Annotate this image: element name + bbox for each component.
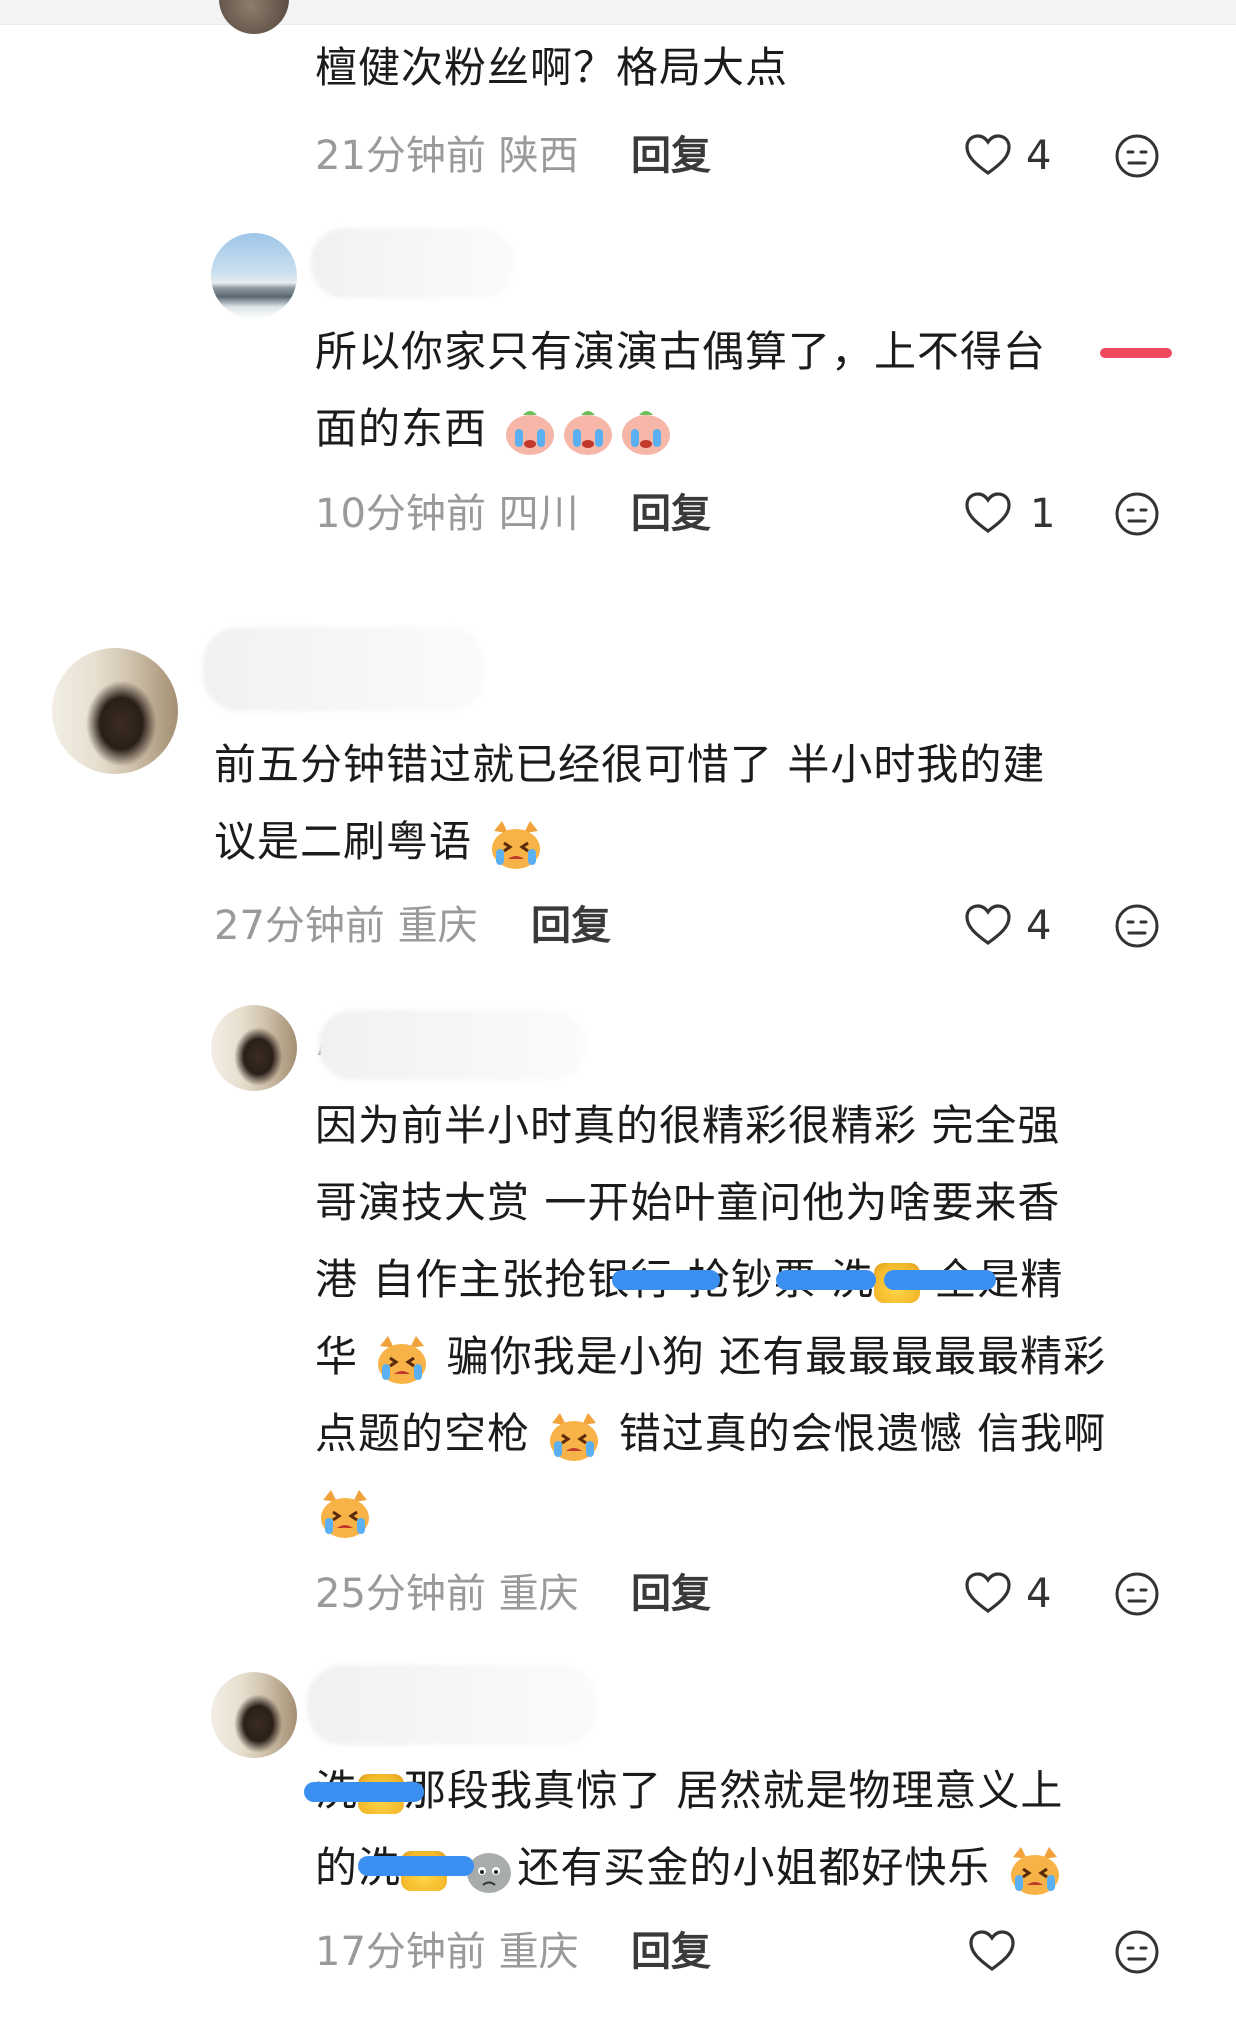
censor-mark [358, 1856, 474, 1876]
comment-meta: 25分钟前 重庆 [315, 1570, 579, 1618]
comment-line: 面的东西 [315, 390, 1046, 467]
username-redacted[interactable] [318, 1010, 586, 1080]
comment-time: 21分钟前 [315, 133, 486, 179]
emoji-face-icon[interactable] [1114, 1929, 1160, 1975]
crying-face-emoji-icon [622, 410, 671, 455]
comment-time: 27分钟前 [214, 903, 385, 949]
censor-mark [612, 1270, 720, 1290]
comment-time: 25分钟前 [315, 1571, 486, 1617]
like-count: 4 [1026, 903, 1052, 949]
comment-location: 重庆 [397, 903, 478, 949]
avatar[interactable] [52, 648, 178, 774]
comment-meta: 21分钟前 陕西 [315, 132, 579, 180]
crying-cat-emoji-icon [492, 820, 541, 869]
avatar[interactable] [219, 0, 289, 34]
heart-outline-icon[interactable] [964, 903, 1012, 947]
emoji-face-icon[interactable] [1114, 1571, 1160, 1617]
avatar[interactable] [211, 1005, 297, 1091]
crying-face-emoji-icon [506, 410, 555, 455]
reply-button[interactable]: 回复 [631, 1928, 711, 1976]
heart-outline-icon[interactable] [964, 133, 1012, 177]
comment-line: 因为前半小时真的很精彩很精彩 完全强 [315, 1101, 1061, 1150]
like-count: 4 [1026, 133, 1052, 179]
crying-cat-emoji-icon [550, 1412, 599, 1461]
avatar[interactable] [211, 233, 297, 319]
comment-location: 重庆 [498, 1929, 579, 1975]
comment-line: 哥演技大赏 一开始叶童问他为啥要来香 [315, 1178, 1061, 1227]
censor-mark [1100, 348, 1172, 358]
like-count: 4 [1026, 1571, 1052, 1617]
reply-button[interactable]: 回复 [531, 902, 611, 950]
heart-outline-icon[interactable] [964, 1571, 1012, 1615]
reply-button[interactable]: 回复 [631, 490, 711, 538]
comment-meta: 27分钟前 重庆 [214, 902, 478, 950]
comment-location: 陕西 [498, 133, 579, 179]
emoji-face-icon[interactable] [1114, 491, 1160, 537]
comment-line: 点题的空枪 错过真的会恨遗憾 信我啊 [315, 1395, 1106, 1472]
emoji-face-icon[interactable] [1114, 133, 1160, 179]
comment-location: 重庆 [498, 1571, 579, 1617]
top-divider [0, 0, 1236, 25]
comment-line: 前五分钟错过就已经很可惜了 半小时我的建 [214, 740, 1046, 789]
heart-outline-icon[interactable] [964, 491, 1012, 535]
censor-mark [776, 1270, 876, 1290]
comment-location: 四川 [498, 491, 579, 537]
comment-time: 10分钟前 [315, 491, 486, 537]
username-redacted[interactable] [203, 627, 485, 711]
comment-meta: 10分钟前 四川 [315, 490, 579, 538]
comment-line: 华 骗你我是小狗 还有最最最最最精彩 [315, 1318, 1106, 1395]
reply-button[interactable]: 回复 [631, 132, 711, 180]
comment-time: 17分钟前 [315, 1929, 486, 1975]
reply-button[interactable]: 回复 [631, 1570, 711, 1618]
censor-mark [884, 1270, 996, 1290]
like-count: 1 [1030, 491, 1056, 537]
comment-line: 议是二刷粤语 [214, 803, 1045, 880]
crying-face-emoji-icon [564, 410, 613, 455]
emoji-face-icon[interactable] [1114, 903, 1160, 949]
comment-text: 所以你家只有演演古偶算了，上不得台 面的东西 [315, 313, 1046, 467]
crying-cat-emoji-icon [321, 1489, 369, 1538]
censor-mark [304, 1782, 424, 1802]
crying-cat-emoji-icon [378, 1335, 427, 1384]
avatar[interactable] [211, 1672, 297, 1758]
comment-line [315, 1472, 1106, 1549]
username-redacted[interactable] [307, 1665, 597, 1745]
comment-line: 洗那段我真惊了 居然就是物理意义上 [315, 1752, 1065, 1829]
comment-text: 因为前半小时真的很精彩很精彩 完全强 哥演技大赏 一开始叶童问他为啥要来香 港 … [315, 1087, 1106, 1549]
comment-meta: 17分钟前 重庆 [315, 1928, 579, 1976]
comment-text: 檀健次粉丝啊？格局大点 [315, 29, 788, 106]
comment-text: 前五分钟错过就已经很可惜了 半小时我的建 议是二刷粤语 [214, 726, 1045, 880]
comment-text: 洗那段我真惊了 居然就是物理意义上 的洗 还有买金的小姐都好快乐 [315, 1752, 1065, 1906]
crying-cat-emoji-icon [1010, 1846, 1059, 1895]
heart-outline-icon[interactable] [968, 1929, 1016, 1973]
comment-line: 檀健次粉丝啊？格局大点 [315, 43, 789, 92]
comment-line: 所以你家只有演演古偶算了，上不得台 [315, 327, 1047, 376]
username-redacted[interactable] [310, 228, 515, 298]
